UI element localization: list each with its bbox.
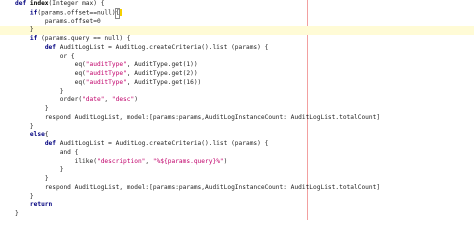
- code-line[interactable]: def AuditLogList = AuditLog.createCriter…: [15, 140, 474, 149]
- code-line[interactable]: else{: [15, 131, 474, 140]
- code-line[interactable]: eq("auditType", AuditType.get(1)): [15, 61, 474, 70]
- cursor-marker: [120, 8, 123, 16]
- code-token: params.offset=0: [44, 17, 101, 25]
- code-token: {: [44, 131, 49, 139]
- code-token: def: [44, 140, 60, 147]
- code-line[interactable]: }: [15, 193, 474, 202]
- code-token: "%${params.query}%": [152, 157, 224, 165]
- code-token: order(: [59, 96, 83, 104]
- code-line[interactable]: }: [15, 123, 474, 132]
- code-token: "auditType": [85, 61, 127, 69]
- code-token: and {: [59, 148, 79, 156]
- code-line[interactable]: return: [15, 201, 474, 210]
- code-line[interactable]: eq("auditType", AuditType.get(16)): [15, 79, 474, 88]
- code-token: ilike(: [74, 157, 97, 165]
- code-token: }: [29, 26, 34, 34]
- code-line[interactable]: params.offset=0: [15, 18, 474, 27]
- code-token: eq(: [74, 70, 86, 77]
- code-token: respond AuditLogList, model:[params:para…: [44, 113, 381, 121]
- code-area[interactable]: def index(Integer max) { if(params.offse…: [0, 0, 474, 219]
- code-token: def: [44, 43, 60, 51]
- code-token: "description": [96, 157, 146, 165]
- code-token: "auditType": [85, 78, 127, 86]
- code-line[interactable]: ilike("description", "%${params.query}%"…: [15, 158, 474, 167]
- code-token: }: [44, 175, 49, 182]
- code-line[interactable]: if(params.offset==null){: [15, 8, 474, 19]
- code-token: }: [29, 122, 34, 130]
- code-token: , AuditType.get(16)): [126, 78, 202, 86]
- code-token: "desc": [111, 96, 135, 104]
- code-line[interactable]: respond AuditLogList, model:[params:para…: [15, 114, 474, 123]
- code-token: eq(: [74, 61, 86, 69]
- code-line[interactable]: }: [15, 166, 474, 175]
- code-line[interactable]: }: [15, 105, 474, 114]
- code-token: }: [59, 166, 64, 174]
- code-token: "date": [82, 96, 105, 104]
- code-token: or {: [59, 52, 75, 60]
- code-line[interactable]: }: [0, 26, 474, 35]
- code-token: (params.query == null) {: [37, 35, 131, 42]
- code-token: ,: [104, 96, 112, 104]
- code-token: (params.offset==null): [37, 9, 116, 17]
- code-token: respond AuditLogList, model:[params:para…: [44, 183, 381, 191]
- code-token: else: [29, 131, 45, 139]
- code-token: def: [15, 0, 30, 7]
- code-token: ,: [145, 157, 153, 165]
- code-token: }: [15, 210, 19, 217]
- code-token: }: [59, 87, 64, 95]
- code-line[interactable]: respond AuditLogList, model:[params:para…: [15, 184, 474, 193]
- code-line[interactable]: eq("auditType", AuditType.get(2)): [15, 70, 474, 79]
- code-token: }: [44, 105, 49, 112]
- code-line[interactable]: order("date", "desc"): [15, 96, 474, 105]
- code-token: (Integer max) {: [48, 0, 105, 7]
- code-token: , AuditType.get(2)): [126, 70, 198, 77]
- code-token: ): [223, 157, 228, 165]
- code-line[interactable]: }: [15, 88, 474, 97]
- code-token: index: [29, 0, 49, 7]
- code-token: , AuditType.get(1)): [126, 61, 198, 69]
- code-token: "auditType": [85, 70, 127, 77]
- code-line[interactable]: }: [15, 210, 474, 219]
- code-token: AuditLogList = AuditLog.createCriteria()…: [59, 140, 269, 147]
- code-editor[interactable]: def index(Integer max) { if(params.offse…: [0, 0, 474, 220]
- code-token: ): [134, 96, 138, 104]
- code-token: return: [29, 201, 53, 209]
- code-token: eq(: [74, 78, 86, 86]
- code-line[interactable]: or {: [15, 53, 474, 62]
- code-line[interactable]: def AuditLogList = AuditLog.createCriter…: [15, 44, 474, 53]
- code-line[interactable]: and {: [15, 149, 474, 158]
- code-line[interactable]: }: [15, 175, 474, 184]
- code-line[interactable]: def index(Integer max) {: [15, 0, 474, 9]
- code-token: AuditLogList = AuditLog.createCriteria()…: [59, 43, 269, 51]
- code-line[interactable]: if (params.query == null) {: [15, 35, 474, 44]
- code-token: }: [29, 192, 34, 200]
